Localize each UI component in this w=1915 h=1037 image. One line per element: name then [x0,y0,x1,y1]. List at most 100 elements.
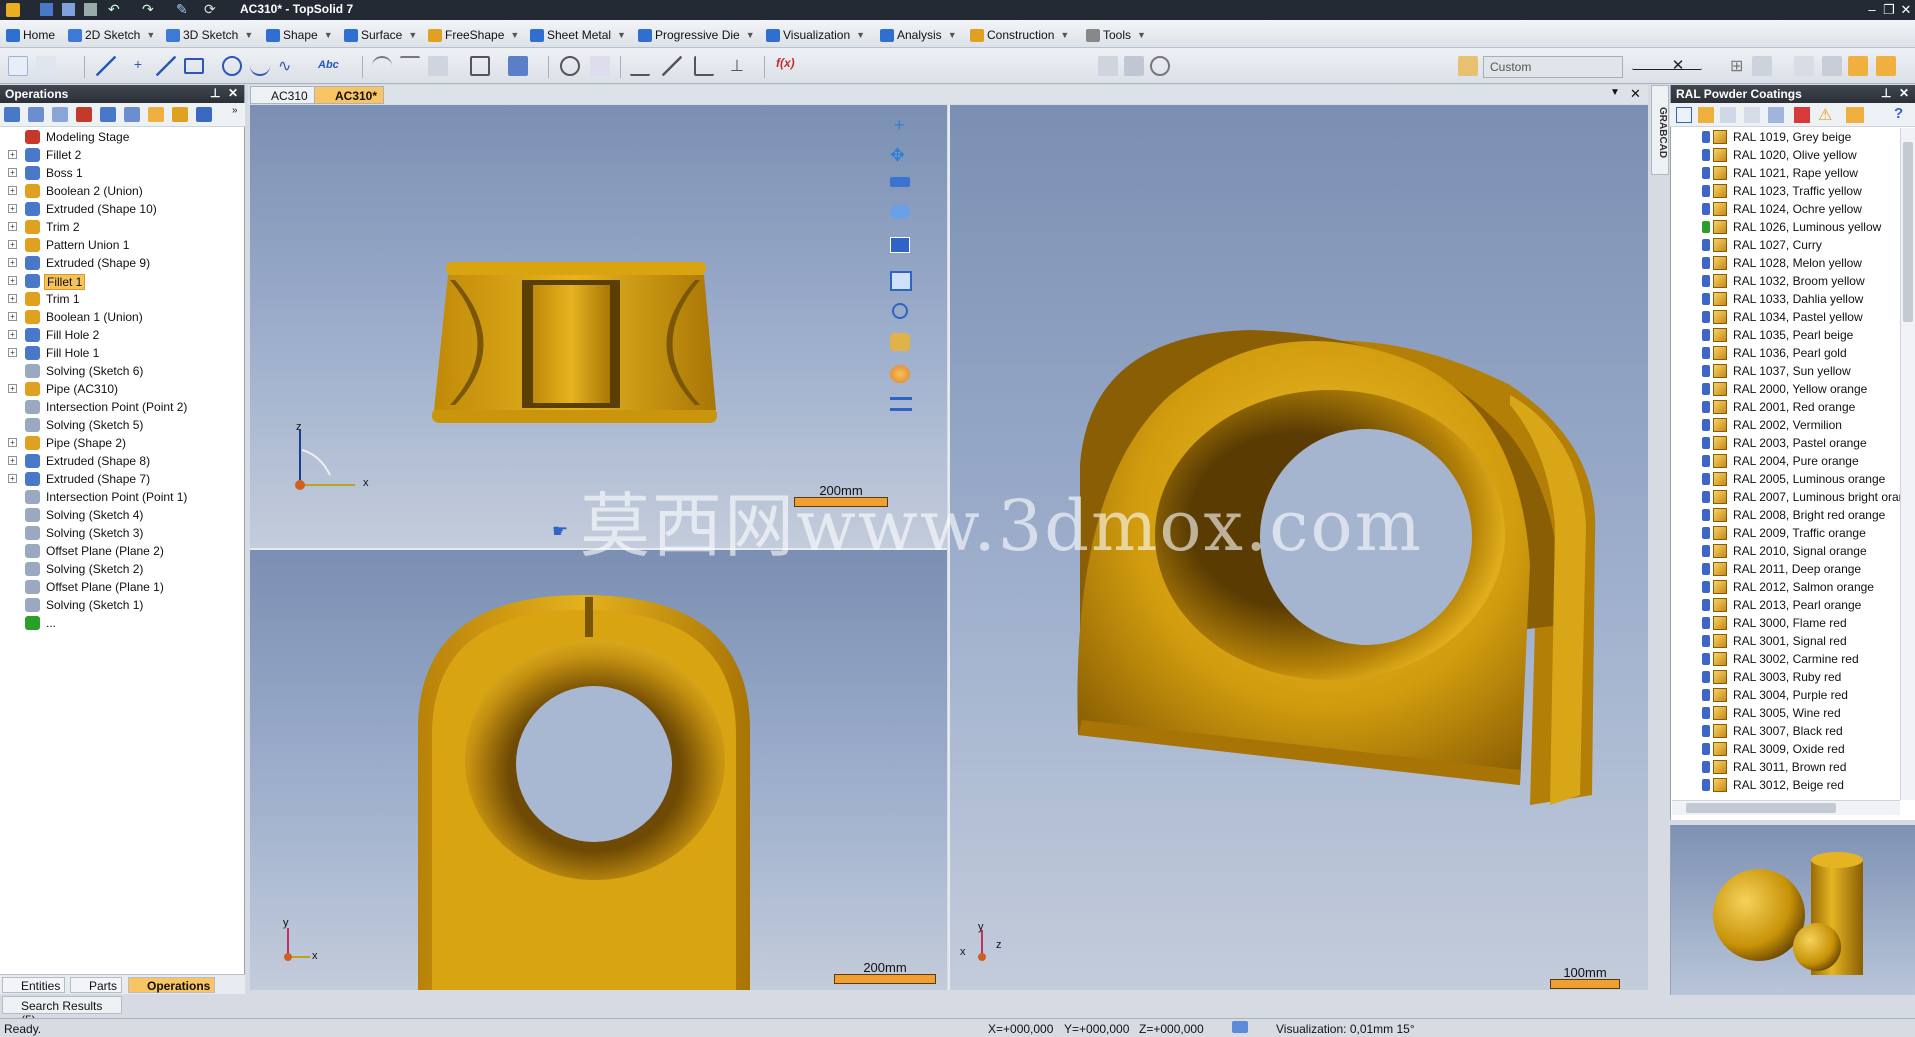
help-icon[interactable]: ? [1894,105,1903,122]
render-icon[interactable] [1876,56,1896,76]
save-all-icon[interactable] [62,3,75,16]
tree-item[interactable]: Solving (Sketch 5) [0,416,245,434]
maximize-icon[interactable]: ❐ [1880,1,1898,18]
doc-tab[interactable]: AC310 [250,86,315,104]
tree-item[interactable]: + Pipe (Shape 2) [0,434,245,452]
tree-item[interactable]: + Extruded (Shape 9) [0,254,245,272]
close-icon[interactable]: ✕ [1897,1,1915,18]
ral-item[interactable]: RAL 1034, Pastel yellow [1670,308,1900,326]
tree-item[interactable]: + Trim 1 [0,290,245,308]
doctabs-close-icon[interactable]: ✕ [1630,86,1641,102]
swap-icon[interactable] [196,107,212,122]
view-add-icon[interactable]: + [894,115,905,136]
perpendicular-icon[interactable]: ⊥ [730,56,750,76]
snap-icon[interactable] [1794,56,1814,76]
more-icon[interactable]: » [232,105,238,116]
ral-item[interactable]: RAL 2008, Bright red orange [1670,506,1900,524]
ral-item[interactable]: RAL 3012, Beige red [1670,776,1900,794]
remove-icon[interactable] [76,107,92,122]
ral-item[interactable]: RAL 3002, Carmine red [1670,650,1900,668]
tree-item[interactable]: + Extruded (Shape 10) [0,200,245,218]
expand-icon[interactable]: + [8,312,17,321]
filter-icon[interactable] [124,107,140,122]
tree-item[interactable]: + Fillet 1 [0,272,245,290]
ral-item[interactable]: RAL 2010, Signal orange [1670,542,1900,560]
ral-item[interactable]: RAL 3005, Wine red [1670,704,1900,722]
trim-tool-icon[interactable] [428,56,448,76]
tree-item[interactable]: Solving (Sketch 2) [0,560,245,578]
constraint-icon[interactable] [694,56,714,76]
menu-progressive-die[interactable]: Progressive Die ▼ [638,26,755,44]
circle-icon[interactable] [222,56,242,76]
undo-icon[interactable]: ↶ [108,1,120,18]
ral-item[interactable]: RAL 1024, Ochre yellow [1670,200,1900,218]
tree-item[interactable]: Intersection Point (Point 1) [0,488,245,506]
color-palette-icon[interactable] [890,365,910,383]
link-icon[interactable] [28,107,44,122]
pin-icon[interactable]: ⊥ [1881,86,1891,100]
tree-item[interactable]: + Boss 1 [0,164,245,182]
offset-icon[interactable] [470,56,490,76]
ral-item[interactable]: RAL 1019, Grey beige [1670,128,1900,146]
doctabs-dropdown-icon[interactable]: ▼ [1610,87,1620,98]
ral-item[interactable]: RAL 2004, Pure orange [1670,452,1900,470]
tree-item[interactable]: + Fill Hole 1 [0,344,245,362]
highlight-icon[interactable] [1848,56,1868,76]
fillet-tool-icon[interactable] [372,56,392,76]
expand-icon[interactable]: + [8,222,17,231]
panel-close-icon[interactable]: ✕ [1899,86,1909,100]
sketch-tool-icon[interactable] [36,56,56,76]
layer-icon[interactable] [1752,56,1772,76]
ral-item[interactable]: RAL 1036, Pearl gold [1670,344,1900,362]
menu-2d-sketch[interactable]: 2D Sketch ▼ [68,26,155,44]
print-preview-icon[interactable] [1098,56,1118,76]
menu-dropdown-icon[interactable]: ▼ [617,30,626,40]
branch-icon[interactable] [100,107,116,122]
cross-icon[interactable]: ✕ [1668,56,1688,76]
tree-item[interactable]: + Fillet 2 [0,146,245,164]
mirror-icon[interactable] [590,56,610,76]
menu-3d-sketch[interactable]: 3D Sketch ▼ [166,26,253,44]
ral-item[interactable]: RAL 1027, Curry [1670,236,1900,254]
line-style-icon[interactable] [1632,60,1702,70]
spline-icon[interactable]: ∿ [278,56,298,76]
doc-tab[interactable]: AC310* [314,86,385,104]
ral-item[interactable]: RAL 2012, Salmon orange [1670,578,1900,596]
view-camera-icon[interactable] [890,177,910,187]
warning-icon[interactable]: ⚠ [1818,105,1832,125]
library-icon[interactable] [1676,107,1692,123]
ral-item[interactable]: RAL 1035, Pearl beige [1670,326,1900,344]
minimize-icon[interactable]: – [1863,1,1881,18]
menu-sheet-metal[interactable]: Sheet Metal ▼ [530,26,626,44]
menu-dropdown-icon[interactable]: ▼ [146,30,155,40]
panel-close-icon[interactable]: ✕ [228,86,238,100]
menu-home[interactable]: Home [6,26,55,44]
angle-dimension-icon[interactable] [662,56,682,76]
ral-item[interactable]: RAL 1023, Traffic yellow [1670,182,1900,200]
tree-item[interactable]: + Trim 2 [0,218,245,236]
tree-item[interactable]: Modeling Stage [0,128,245,146]
expand-icon[interactable]: + [8,258,17,267]
ral-item[interactable]: RAL 2000, Yellow orange [1670,380,1900,398]
text-icon[interactable]: Abc [318,59,339,79]
tree-view-icon[interactable] [4,107,20,122]
expand-icon[interactable]: + [8,438,17,447]
menu-tools[interactable]: Tools ▼ [1086,26,1146,44]
ral-item[interactable]: RAL 1032, Broom yellow [1670,272,1900,290]
expand-icon[interactable]: + [8,240,17,249]
view-layout-icon[interactable] [890,237,910,253]
grid-icon[interactable] [1822,56,1842,76]
import-icon[interactable] [560,56,580,76]
group-icon[interactable] [172,107,188,122]
sort-icon[interactable] [1846,107,1864,123]
layers-icon[interactable] [890,397,912,411]
grabcad-tab[interactable]: GRABCAD [1651,85,1669,175]
project-icon[interactable] [508,56,528,76]
expand-icon[interactable]: + [8,474,17,483]
ral-item[interactable]: RAL 2003, Pastel orange [1670,434,1900,452]
save-icon[interactable] [40,3,53,16]
zoom-search-icon[interactable] [892,303,908,319]
view-cube-icon[interactable] [890,333,910,351]
menu-dropdown-icon[interactable]: ▼ [408,30,417,40]
menu-dropdown-icon[interactable]: ▼ [1137,30,1146,40]
